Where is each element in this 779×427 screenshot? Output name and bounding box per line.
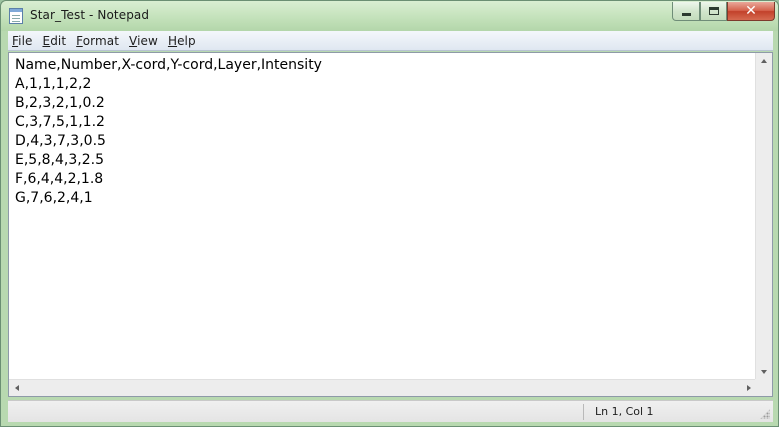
- minimize-button[interactable]: [672, 2, 700, 21]
- notepad-window: Star_Test - Notepad ✕ File Edit Format V…: [0, 0, 779, 427]
- close-icon: ✕: [745, 3, 757, 19]
- menu-format[interactable]: Format: [72, 34, 123, 48]
- menu-bar: File Edit Format View Help: [8, 31, 773, 51]
- title-bar[interactable]: Star_Test - Notepad ✕: [1, 1, 778, 31]
- scroll-up-icon[interactable]: [761, 59, 767, 63]
- menu-file-rest: ile: [18, 33, 33, 48]
- menu-view-rest: iew: [137, 33, 158, 48]
- minimize-icon: [681, 12, 691, 16]
- maximize-icon: [708, 7, 719, 15]
- scroll-right-icon[interactable]: [747, 385, 751, 391]
- text-area[interactable]: Name,Number,X-cord,Y-cord,Layer,Intensit…: [9, 53, 757, 380]
- text-line-4[interactable]: C,3,7,5,1,1.2: [15, 113, 757, 132]
- text-line-7[interactable]: F,6,4,4,2,1.8: [15, 170, 757, 189]
- scroll-left-icon[interactable]: [15, 385, 19, 391]
- menu-help[interactable]: Help: [164, 34, 200, 48]
- horizontal-scrollbar[interactable]: [9, 379, 757, 396]
- scrollbar-corner: [755, 379, 772, 396]
- text-line-2[interactable]: A,1,1,1,2,2: [15, 75, 757, 94]
- notepad-icon[interactable]: [9, 8, 23, 24]
- menu-edit-rest: dit: [50, 33, 67, 48]
- window-title: Star_Test - Notepad: [30, 8, 150, 22]
- text-line-3[interactable]: B,2,3,2,1,0.2: [15, 94, 757, 113]
- menu-file[interactable]: File: [8, 34, 37, 48]
- text-line-6[interactable]: E,5,8,4,3,2.5: [15, 151, 757, 170]
- menu-format-rest: ormat: [82, 33, 120, 48]
- resize-grip-icon[interactable]: [760, 409, 770, 419]
- scroll-down-icon[interactable]: [761, 370, 767, 374]
- menu-help-rest: elp: [177, 33, 196, 48]
- close-button[interactable]: ✕: [727, 2, 775, 21]
- vertical-scrollbar[interactable]: [755, 53, 772, 380]
- text-line-5[interactable]: D,4,3,7,3,0.5: [15, 132, 757, 151]
- menu-view-accel: V: [129, 33, 138, 48]
- menu-format-accel: F: [76, 33, 83, 48]
- text-line-1[interactable]: Name,Number,X-cord,Y-cord,Layer,Intensit…: [15, 56, 757, 75]
- status-separator: [583, 404, 584, 420]
- maximize-button[interactable]: [700, 2, 727, 21]
- text-line-8[interactable]: G,7,6,2,4,1: [15, 189, 757, 208]
- editor-pane[interactable]: Name,Number,X-cord,Y-cord,Layer,Intensit…: [8, 52, 773, 397]
- menu-help-accel: H: [167, 33, 178, 48]
- menu-edit[interactable]: Edit: [39, 34, 71, 48]
- menu-view[interactable]: View: [125, 34, 162, 48]
- status-bar: Ln 1, Col 1: [8, 400, 773, 422]
- cursor-position: Ln 1, Col 1: [595, 405, 654, 418]
